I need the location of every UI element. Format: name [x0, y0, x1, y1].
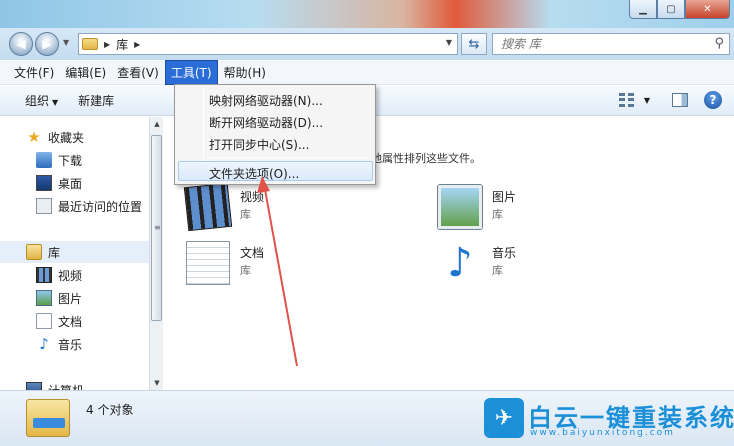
chevron-down-icon: ▼	[52, 98, 59, 107]
computer-icon	[26, 382, 42, 390]
nav-favorites-label: 收藏夹	[48, 130, 85, 145]
video-library-icon	[36, 267, 52, 283]
menu-tools[interactable]: 工具(T)	[164, 60, 218, 85]
nav-videos-label: 视频	[58, 268, 83, 283]
refresh-button[interactable]: ⇆	[461, 33, 487, 55]
picture-library-icon	[36, 290, 52, 306]
nav-documents-label: 文档	[58, 314, 83, 329]
tile-subtitle: 库	[240, 264, 251, 277]
view-controls: ▼ ?	[618, 91, 722, 109]
library-tile-pictures[interactable]: 图片 库	[438, 185, 588, 231]
menu-open-sync-center[interactable]: 打开同步中心(S)...	[209, 136, 309, 153]
window-controls: ▁ ▢ ✕	[629, 0, 730, 19]
search-input[interactable]	[501, 37, 701, 51]
library-icon	[26, 244, 42, 260]
navigation-pane: ★ 收藏夹 下载 桌面 最近访问的位置 库 视频 图片 文档 ♪ 音乐 计算机	[0, 117, 149, 390]
help-icon[interactable]: ?	[704, 91, 722, 109]
nav-recent[interactable]: 最近访问的位置	[36, 195, 142, 217]
address-bar[interactable]: ▶ 库 ▶ ▼	[78, 33, 458, 55]
nav-libraries[interactable]: 库	[0, 241, 149, 263]
menu-bar: 文件(F) 编辑(E) 查看(V) 工具(T) 帮助(H)	[0, 60, 734, 85]
bird-logo-icon: ✈	[484, 398, 524, 438]
tile-name: 图片	[492, 190, 517, 204]
nav-recent-label: 最近访问的位置	[58, 199, 143, 214]
tile-name: 视频	[240, 190, 265, 204]
music-library-icon: ♪	[39, 335, 49, 353]
nav-music-label: 音乐	[58, 337, 83, 352]
menu-view[interactable]: 查看(V)	[112, 61, 164, 84]
music-library-icon: ♪	[447, 240, 473, 286]
menu-map-network-drive[interactable]: 映射网络驱动器(N)...	[209, 92, 323, 109]
change-view-icon[interactable]	[618, 93, 635, 107]
item-count: 4 个对象	[86, 403, 134, 417]
watermark: ✈ 白云一键重装系统 www.baiyunxitong.com	[484, 398, 734, 442]
tile-name: 文档	[240, 246, 265, 260]
scroll-down-icon[interactable]: ▼	[150, 376, 164, 390]
library-folder-icon	[26, 399, 70, 437]
nav-music[interactable]: ♪ 音乐	[36, 333, 82, 355]
tile-name: 音乐	[492, 246, 517, 260]
address-row: ◀ ▶ ▼ ▶ 库 ▶ ▼ ⇆ ⚲	[0, 28, 734, 60]
nav-favorites[interactable]: ★ 收藏夹	[26, 126, 84, 148]
search-box[interactable]: ⚲	[492, 33, 730, 55]
menu-separator	[207, 157, 371, 158]
preview-pane-icon[interactable]	[672, 93, 688, 107]
breadcrumb-arrow-icon[interactable]: ▶	[104, 40, 110, 49]
library-folder-icon	[82, 38, 98, 50]
tools-menu: 映射网络驱动器(N)... 断开网络驱动器(D)... 打开同步中心(S)...…	[174, 84, 376, 185]
breadcrumb-arrow-icon[interactable]: ▶	[134, 40, 140, 49]
history-dropdown-icon[interactable]: ▼	[63, 38, 69, 47]
organize-button[interactable]: 组织 ▼	[15, 92, 68, 109]
window-titlebar: ▁ ▢ ✕	[0, 0, 734, 30]
maximize-button[interactable]: ▢	[657, 0, 685, 19]
library-tile-music[interactable]: ♪ 音乐 库	[438, 241, 588, 287]
download-folder-icon	[36, 152, 52, 168]
tile-subtitle: 库	[492, 208, 503, 221]
star-icon: ★	[27, 128, 41, 146]
navigation-scrollbar[interactable]: ▲ ≡ ▼	[149, 117, 163, 390]
library-tile-videos[interactable]: 视频 库	[183, 182, 336, 232]
document-library-icon	[186, 241, 230, 285]
desktop-icon	[36, 175, 52, 191]
address-dropdown-icon[interactable]: ▼	[446, 38, 452, 47]
view-dropdown-icon[interactable]: ▼	[644, 96, 650, 105]
menu-disconnect-network-drive[interactable]: 断开网络驱动器(D)...	[209, 114, 323, 131]
menu-help[interactable]: 帮助(H)	[219, 61, 271, 84]
new-library-button[interactable]: 新建库	[68, 92, 124, 109]
breadcrumb-library[interactable]: 库	[116, 36, 128, 53]
organize-label: 组织	[25, 94, 50, 108]
back-button[interactable]: ◀	[9, 32, 33, 56]
nav-pictures[interactable]: 图片	[36, 287, 82, 309]
nav-pictures-label: 图片	[58, 291, 83, 306]
video-library-icon	[183, 182, 233, 232]
scroll-grip-icon: ≡	[154, 223, 161, 232]
nav-computer-label: 计算机	[48, 382, 84, 391]
nav-videos[interactable]: 视频	[36, 264, 82, 286]
menu-file[interactable]: 文件(F)	[9, 61, 59, 84]
menu-folder-options[interactable]: 文件夹选项(O)...	[209, 165, 299, 182]
forward-button[interactable]: ▶	[35, 32, 59, 56]
close-button[interactable]: ✕	[685, 0, 730, 19]
document-library-icon	[36, 313, 52, 329]
scroll-up-icon[interactable]: ▲	[150, 117, 164, 131]
search-icon[interactable]: ⚲	[714, 36, 724, 51]
nav-desktop-label: 桌面	[58, 176, 83, 191]
nav-desktop[interactable]: 桌面	[36, 172, 82, 194]
nav-downloads[interactable]: 下载	[36, 149, 82, 171]
watermark-url: www.baiyunxitong.com	[530, 428, 675, 438]
nav-downloads-label: 下载	[58, 153, 83, 168]
minimize-button[interactable]: ▁	[629, 0, 657, 19]
recent-places-icon	[36, 198, 52, 214]
nav-documents[interactable]: 文档	[36, 310, 82, 332]
menu-edit[interactable]: 编辑(E)	[60, 61, 111, 84]
nav-libraries-label: 库	[48, 245, 61, 260]
tile-subtitle: 库	[492, 264, 503, 277]
tile-subtitle: 库	[240, 208, 251, 221]
nav-computer[interactable]: 计算机	[26, 379, 84, 390]
library-tile-documents[interactable]: 文档 库	[186, 241, 336, 287]
picture-library-icon	[438, 185, 482, 229]
